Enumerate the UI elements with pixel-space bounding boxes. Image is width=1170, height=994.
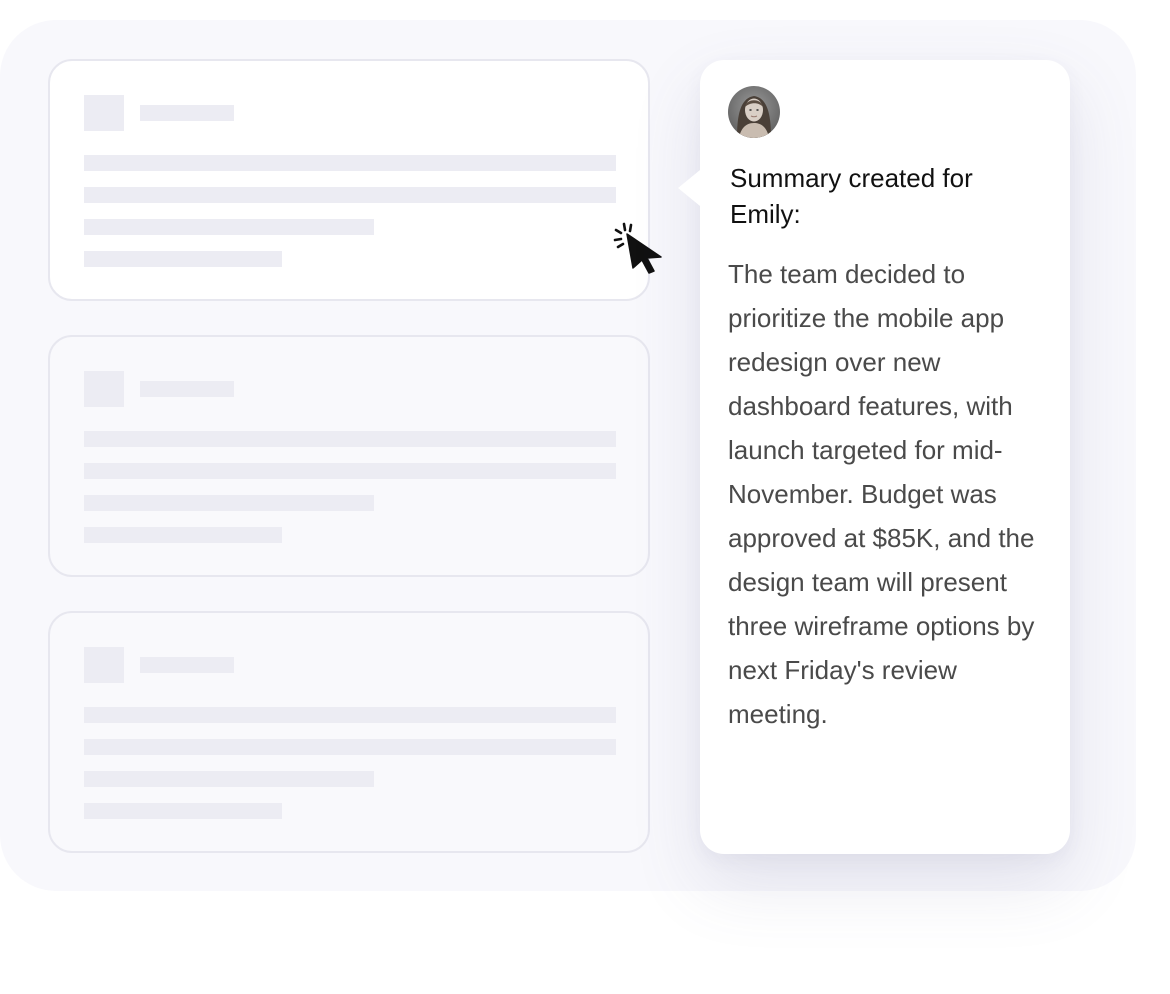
document-card-2[interactable] <box>48 335 650 577</box>
summary-text: The team decided to prioritize the mobil… <box>728 259 1035 729</box>
skeleton-line <box>84 527 282 543</box>
skeleton-title <box>140 105 234 121</box>
skeleton-line <box>84 155 616 171</box>
app-stage: Summary created for Emily: The team deci… <box>0 0 1170 994</box>
skeleton-line <box>84 219 374 235</box>
skeleton-title <box>140 381 234 397</box>
skeleton-line <box>84 463 616 479</box>
skeleton-line <box>84 771 374 787</box>
skeleton-thumbnail <box>84 95 124 131</box>
document-card-3[interactable] <box>48 611 650 853</box>
summary-popover: Summary created for Emily: The team deci… <box>678 60 1070 854</box>
skeleton-thumbnail <box>84 371 124 407</box>
document-card-1[interactable] <box>48 59 650 301</box>
skeleton-line <box>84 707 616 723</box>
skeleton-line <box>84 803 282 819</box>
skeleton-line <box>84 431 616 447</box>
summary-heading: Summary created for Emily: <box>730 163 973 229</box>
click-pointer-icon <box>612 220 666 274</box>
skeleton-thumbnail <box>84 647 124 683</box>
skeleton-title <box>140 657 234 673</box>
user-avatar-icon <box>728 86 780 138</box>
skeleton-line <box>84 495 374 511</box>
skeleton-line <box>84 251 282 267</box>
skeleton-line <box>84 187 616 203</box>
skeleton-line <box>84 739 616 755</box>
popover-arrow <box>678 170 700 206</box>
